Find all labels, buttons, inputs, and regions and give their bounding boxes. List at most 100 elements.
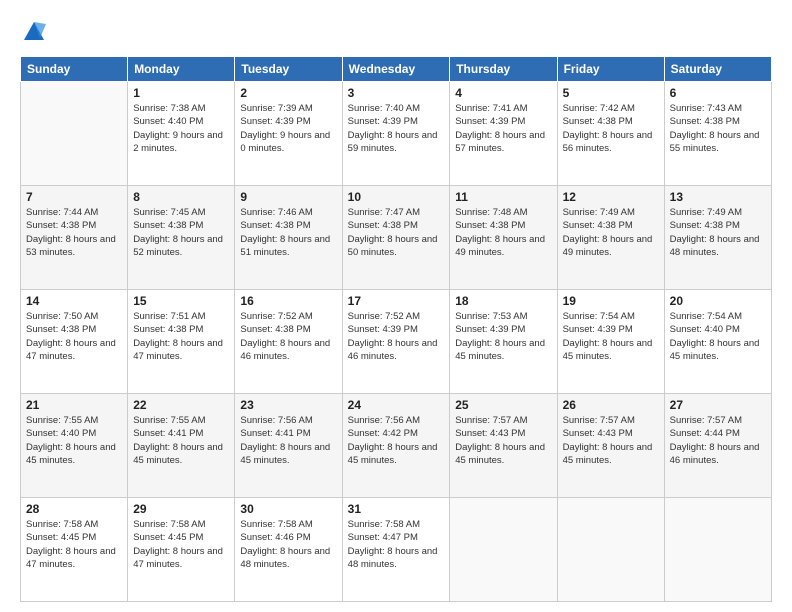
day-info: Sunrise: 7:55 AMSunset: 4:41 PMDaylight:…: [133, 414, 229, 467]
day-info: Sunrise: 7:54 AMSunset: 4:39 PMDaylight:…: [563, 310, 659, 363]
day-info: Sunrise: 7:43 AMSunset: 4:38 PMDaylight:…: [670, 102, 766, 155]
day-info: Sunrise: 7:45 AMSunset: 4:38 PMDaylight:…: [133, 206, 229, 259]
logo-icon: [20, 18, 48, 46]
week-row-5: 28 Sunrise: 7:58 AMSunset: 4:45 PMDayligh…: [21, 498, 772, 602]
day-header-sunday: Sunday: [21, 57, 128, 82]
day-number: 26: [563, 398, 659, 412]
day-number: 15: [133, 294, 229, 308]
calendar-cell: 15Sunrise: 7:51 AMSunset: 4:38 PMDayligh…: [128, 290, 235, 394]
calendar-cell: [21, 82, 128, 186]
calendar-header: SundayMondayTuesdayWednesdayThursdayFrid…: [21, 57, 772, 82]
logo: [20, 18, 52, 46]
day-number: 24: [348, 398, 445, 412]
day-header-tuesday: Tuesday: [235, 57, 342, 82]
calendar-cell: 24 Sunrise: 7:56 AMSunset: 4:42 PMDayligh…: [342, 394, 450, 498]
day-header-wednesday: Wednesday: [342, 57, 450, 82]
calendar-cell: [557, 498, 664, 602]
day-number: 22: [133, 398, 229, 412]
day-info: Sunrise: 7:44 AMSunset: 4:38 PMDaylight:…: [26, 206, 122, 259]
day-number: 6: [670, 86, 766, 100]
calendar-cell: 23 Sunrise: 7:56 AMSunset: 4:41 PMDayligh…: [235, 394, 342, 498]
calendar-cell: 5 Sunrise: 7:42 AMSunset: 4:38 PMDaylight…: [557, 82, 664, 186]
day-number: 13: [670, 190, 766, 204]
day-info: Sunrise: 7:40 AMSunset: 4:39 PMDaylight:…: [348, 102, 445, 155]
day-number: 4: [455, 86, 551, 100]
day-number: 30: [240, 502, 336, 516]
calendar-cell: 18Sunrise: 7:53 AMSunset: 4:39 PMDayligh…: [450, 290, 557, 394]
calendar-body: 1Sunrise: 7:38 AMSunset: 4:40 PMDaylight…: [21, 82, 772, 602]
day-info: Sunrise: 7:38 AMSunset: 4:40 PMDaylight:…: [133, 102, 229, 155]
calendar-cell: 17 Sunrise: 7:52 AMSunset: 4:39 PMDayligh…: [342, 290, 450, 394]
day-number: 25: [455, 398, 551, 412]
header: [20, 18, 772, 46]
day-header-friday: Friday: [557, 57, 664, 82]
day-info: Sunrise: 7:39 AMSunset: 4:39 PMDaylight:…: [240, 102, 336, 155]
day-info: Sunrise: 7:57 AMSunset: 4:43 PMDaylight:…: [455, 414, 551, 467]
day-number: 12: [563, 190, 659, 204]
day-number: 20: [670, 294, 766, 308]
week-row-2: 7Sunrise: 7:44 AMSunset: 4:38 PMDaylight…: [21, 186, 772, 290]
day-number: 27: [670, 398, 766, 412]
calendar-cell: 3 Sunrise: 7:40 AMSunset: 4:39 PMDaylight…: [342, 82, 450, 186]
calendar-cell: 20 Sunrise: 7:54 AMSunset: 4:40 PMDayligh…: [664, 290, 771, 394]
calendar-cell: 4 Sunrise: 7:41 AMSunset: 4:39 PMDaylight…: [450, 82, 557, 186]
day-number: 17: [348, 294, 445, 308]
calendar-cell: 13 Sunrise: 7:49 AMSunset: 4:38 PMDayligh…: [664, 186, 771, 290]
calendar-cell: [664, 498, 771, 602]
calendar-cell: 26 Sunrise: 7:57 AMSunset: 4:43 PMDayligh…: [557, 394, 664, 498]
calendar-cell: 16 Sunrise: 7:52 AMSunset: 4:38 PMDayligh…: [235, 290, 342, 394]
calendar-cell: 22 Sunrise: 7:55 AMSunset: 4:41 PMDayligh…: [128, 394, 235, 498]
day-number: 23: [240, 398, 336, 412]
day-info: Sunrise: 7:54 AMSunset: 4:40 PMDaylight:…: [670, 310, 766, 363]
calendar-cell: 10Sunrise: 7:47 AMSunset: 4:38 PMDayligh…: [342, 186, 450, 290]
day-info: Sunrise: 7:58 AMSunset: 4:45 PMDaylight:…: [26, 518, 122, 571]
week-row-1: 1Sunrise: 7:38 AMSunset: 4:40 PMDaylight…: [21, 82, 772, 186]
day-number: 8: [133, 190, 229, 204]
day-info: Sunrise: 7:49 AMSunset: 4:38 PMDaylight:…: [670, 206, 766, 259]
day-info: Sunrise: 7:41 AMSunset: 4:39 PMDaylight:…: [455, 102, 551, 155]
calendar-cell: 27 Sunrise: 7:57 AMSunset: 4:44 PMDayligh…: [664, 394, 771, 498]
day-info: Sunrise: 7:56 AMSunset: 4:41 PMDaylight:…: [240, 414, 336, 467]
calendar-cell: 8 Sunrise: 7:45 AMSunset: 4:38 PMDaylight…: [128, 186, 235, 290]
day-number: 2: [240, 86, 336, 100]
day-header-saturday: Saturday: [664, 57, 771, 82]
calendar: SundayMondayTuesdayWednesdayThursdayFrid…: [20, 56, 772, 602]
days-header-row: SundayMondayTuesdayWednesdayThursdayFrid…: [21, 57, 772, 82]
calendar-cell: 7Sunrise: 7:44 AMSunset: 4:38 PMDaylight…: [21, 186, 128, 290]
day-info: Sunrise: 7:57 AMSunset: 4:43 PMDaylight:…: [563, 414, 659, 467]
day-info: Sunrise: 7:58 AMSunset: 4:46 PMDaylight:…: [240, 518, 336, 571]
day-info: Sunrise: 7:49 AMSunset: 4:38 PMDaylight:…: [563, 206, 659, 259]
day-info: Sunrise: 7:58 AMSunset: 4:47 PMDaylight:…: [348, 518, 445, 571]
page: SundayMondayTuesdayWednesdayThursdayFrid…: [0, 0, 792, 612]
day-number: 31: [348, 502, 445, 516]
day-number: 28: [26, 502, 122, 516]
week-row-3: 14Sunrise: 7:50 AMSunset: 4:38 PMDayligh…: [21, 290, 772, 394]
day-header-monday: Monday: [128, 57, 235, 82]
day-number: 16: [240, 294, 336, 308]
day-info: Sunrise: 7:46 AMSunset: 4:38 PMDaylight:…: [240, 206, 336, 259]
day-number: 14: [26, 294, 122, 308]
calendar-cell: 19Sunrise: 7:54 AMSunset: 4:39 PMDayligh…: [557, 290, 664, 394]
day-number: 5: [563, 86, 659, 100]
calendar-cell: 9Sunrise: 7:46 AMSunset: 4:38 PMDaylight…: [235, 186, 342, 290]
day-info: Sunrise: 7:55 AMSunset: 4:40 PMDaylight:…: [26, 414, 122, 467]
day-info: Sunrise: 7:58 AMSunset: 4:45 PMDaylight:…: [133, 518, 229, 571]
day-number: 11: [455, 190, 551, 204]
calendar-cell: 2 Sunrise: 7:39 AMSunset: 4:39 PMDaylight…: [235, 82, 342, 186]
day-info: Sunrise: 7:57 AMSunset: 4:44 PMDaylight:…: [670, 414, 766, 467]
calendar-cell: 30 Sunrise: 7:58 AMSunset: 4:46 PMDayligh…: [235, 498, 342, 602]
day-header-thursday: Thursday: [450, 57, 557, 82]
day-info: Sunrise: 7:42 AMSunset: 4:38 PMDaylight:…: [563, 102, 659, 155]
day-info: Sunrise: 7:52 AMSunset: 4:39 PMDaylight:…: [348, 310, 445, 363]
day-number: 18: [455, 294, 551, 308]
day-info: Sunrise: 7:47 AMSunset: 4:38 PMDaylight:…: [348, 206, 445, 259]
day-info: Sunrise: 7:52 AMSunset: 4:38 PMDaylight:…: [240, 310, 336, 363]
day-info: Sunrise: 7:56 AMSunset: 4:42 PMDaylight:…: [348, 414, 445, 467]
calendar-cell: 21Sunrise: 7:55 AMSunset: 4:40 PMDayligh…: [21, 394, 128, 498]
calendar-cell: 14Sunrise: 7:50 AMSunset: 4:38 PMDayligh…: [21, 290, 128, 394]
calendar-cell: 6 Sunrise: 7:43 AMSunset: 4:38 PMDaylight…: [664, 82, 771, 186]
day-number: 29: [133, 502, 229, 516]
day-info: Sunrise: 7:48 AMSunset: 4:38 PMDaylight:…: [455, 206, 551, 259]
day-number: 3: [348, 86, 445, 100]
calendar-cell: [450, 498, 557, 602]
